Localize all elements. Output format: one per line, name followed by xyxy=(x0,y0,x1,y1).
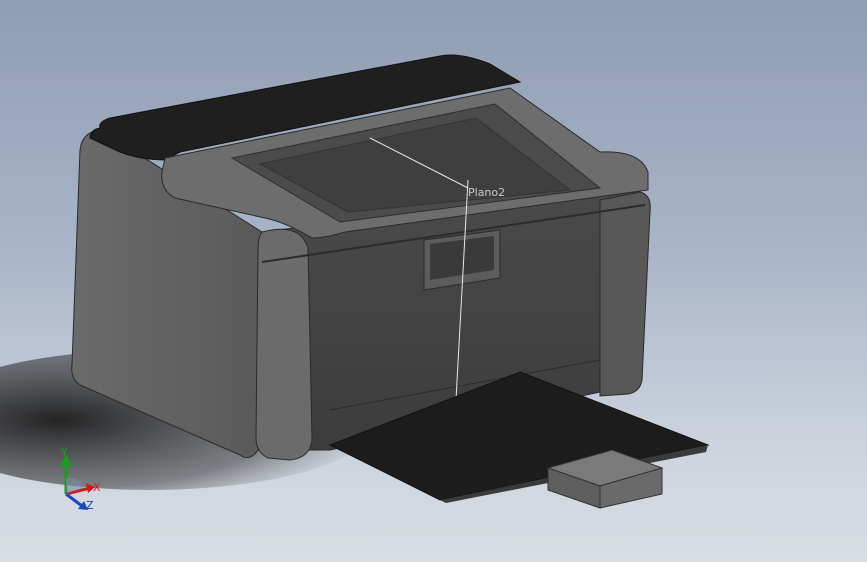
triad-z-label: Z xyxy=(86,499,94,512)
right-pillar xyxy=(599,191,651,397)
plane-label: Plano2 xyxy=(468,186,505,199)
triad-y-label: Y xyxy=(60,446,68,459)
triad-z-axis xyxy=(65,492,83,508)
left-pillar xyxy=(255,228,313,461)
triad-x-label: X xyxy=(93,481,101,494)
3d-viewport[interactable]: Plano2 Y X Z xyxy=(0,0,867,562)
